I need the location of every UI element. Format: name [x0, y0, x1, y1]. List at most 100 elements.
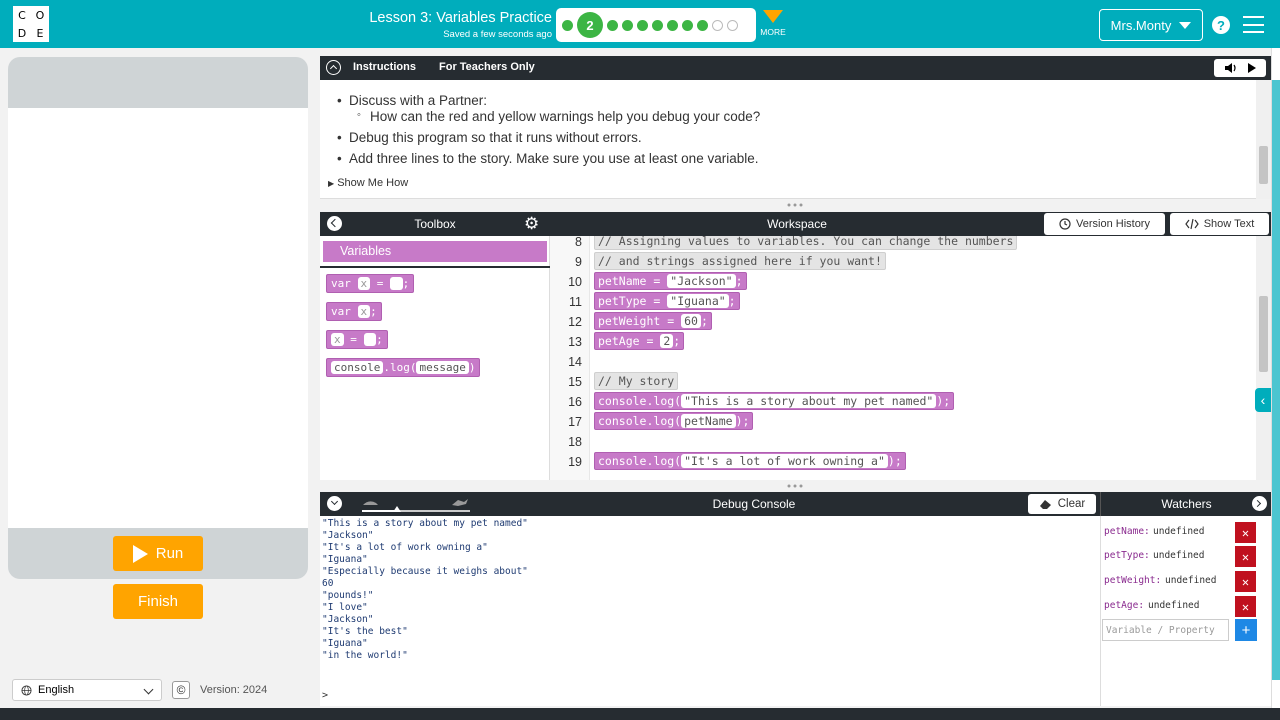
hamburger-menu-icon[interactable] — [1243, 16, 1264, 33]
resize-grip-icon[interactable] — [786, 483, 804, 489]
value-slot: "It's a lot of work owning a" — [681, 454, 888, 468]
bullet: • — [337, 151, 342, 166]
code-org-logo[interactable]: C O D E — [13, 6, 49, 42]
finish-button[interactable]: Finish — [113, 584, 203, 619]
console-log-block[interactable]: console.log(petName); — [594, 412, 754, 430]
assign-block[interactable]: x = ; — [326, 330, 388, 349]
watchers-title: Watchers — [1161, 497, 1212, 511]
toolbox-divider — [320, 266, 550, 268]
console-input-prompt[interactable]: > — [322, 690, 328, 701]
console-line: "Jackson" — [322, 530, 374, 541]
progress-current-level[interactable]: 2 — [577, 12, 603, 38]
play-icon[interactable] — [1247, 62, 1257, 74]
workspace-scrollbar[interactable] — [1256, 236, 1271, 480]
delete-watcher-icon[interactable]: ✕ — [1235, 571, 1256, 592]
assignment-block[interactable]: petType = "Iguana"; — [594, 292, 740, 310]
semicolon: ; — [735, 274, 743, 288]
clear-label: Clear — [1057, 498, 1086, 510]
show-me-how-toggle[interactable]: ▶ Show Me How — [328, 177, 408, 189]
gear-icon[interactable]: ⚙ — [524, 214, 539, 234]
bullet: • — [337, 130, 342, 145]
toolbox-category-variables[interactable]: Variables — [323, 241, 547, 262]
collapse-toolbox-icon[interactable] — [327, 216, 342, 231]
close-paren: ); — [735, 414, 750, 428]
assignment-block[interactable]: petName = "Jackson"; — [594, 272, 747, 290]
speed-slider[interactable] — [360, 496, 472, 514]
version-history-button[interactable]: Version History — [1044, 213, 1165, 235]
watcher-row: petAge: undefined ✕ — [1101, 592, 1272, 617]
progress-level-1[interactable] — [562, 19, 573, 31]
chevron-right-icon[interactable] — [1252, 496, 1267, 511]
comment-block[interactable]: // and strings assigned here if you want… — [594, 252, 886, 270]
debug-console-header: Debug Console Clear — [320, 492, 1100, 516]
speaker-icon[interactable] — [1224, 62, 1238, 74]
comment-block[interactable]: // My story — [594, 372, 679, 390]
progress-level-6[interactable] — [652, 19, 663, 31]
globe-icon — [21, 684, 32, 696]
resize-grip-icon[interactable] — [786, 202, 804, 208]
run-button[interactable]: Run — [113, 536, 203, 571]
clock-icon — [1059, 218, 1071, 230]
version-label: Version: 2024 — [200, 684, 268, 696]
console-log-block[interactable]: console.log("It's a lot of work owning a… — [594, 452, 906, 470]
debug-console-output[interactable]: "This is a story about my pet named" "Ja… — [320, 516, 1100, 706]
progress-level-11[interactable] — [727, 19, 738, 31]
line-number: 19 — [568, 455, 582, 469]
console-line: "This is a story about my pet named" — [322, 518, 528, 529]
version-history-label: Version History — [1076, 218, 1150, 230]
delete-watcher-icon[interactable]: ✕ — [1235, 596, 1256, 617]
block-method: .log( — [383, 361, 417, 374]
comment-block[interactable]: // Assigning values to variables. You ca… — [594, 236, 1018, 250]
more-levels-button[interactable]: MORE — [760, 10, 786, 37]
code-workspace[interactable]: 8 9 10 11 12 13 14 15 16 17 18 19 // Ass… — [550, 236, 1271, 480]
console-log-block[interactable]: console.log("This is a story about my pe… — [594, 392, 955, 410]
tab-for-teachers-only[interactable]: For Teachers Only — [439, 61, 535, 73]
variable-name: petType — [598, 294, 647, 308]
instruction-item: Debug this program so that it runs witho… — [349, 130, 642, 145]
line-number: 12 — [568, 315, 582, 329]
watcher-input[interactable]: Variable / Property — [1102, 619, 1229, 641]
tab-instructions[interactable]: Instructions — [353, 61, 416, 73]
copyright-icon[interactable]: © — [172, 681, 190, 699]
progress-level-8[interactable] — [682, 19, 693, 31]
help-icon[interactable]: ? — [1212, 16, 1230, 34]
assignment-block[interactable]: petAge = 2; — [594, 332, 685, 350]
show-text-button[interactable]: Show Text — [1170, 213, 1269, 235]
var-assign-block[interactable]: var x = ; — [326, 274, 415, 293]
collapse-instructions-icon[interactable] — [326, 60, 341, 75]
block-slot — [363, 333, 377, 346]
progress-level-9[interactable] — [697, 19, 708, 31]
chevron-left-icon[interactable]: ‹ — [1255, 388, 1271, 412]
block-semicolon: ; — [376, 333, 383, 346]
watchers-header: Watchers — [1100, 492, 1271, 516]
language-select[interactable]: English — [12, 679, 162, 701]
add-watcher-button[interactable]: + — [1235, 619, 1257, 641]
progress-bubbles: 2 — [556, 8, 756, 42]
lesson-title[interactable]: Lesson 3: Variables Practice — [300, 10, 552, 26]
watcher-value: undefined — [1165, 575, 1217, 586]
progress-level-3[interactable] — [607, 19, 618, 31]
slider-thumb — [393, 506, 401, 512]
line-number: 8 — [575, 236, 582, 249]
text-to-speech-controls[interactable] — [1214, 59, 1266, 77]
rabbit-icon — [452, 499, 468, 506]
assignment-block[interactable]: petWeight = 60; — [594, 312, 712, 330]
logo-letter: C — [13, 6, 31, 24]
progress-level-4[interactable] — [622, 19, 633, 31]
delete-watcher-icon[interactable]: ✕ — [1235, 546, 1256, 567]
logo-letter: E — [31, 24, 49, 42]
block-slot: x — [331, 333, 344, 346]
user-menu-button[interactable]: Mrs.Monty — [1099, 9, 1203, 41]
var-declare-block[interactable]: var x; — [326, 302, 382, 321]
console-log-block[interactable]: console .log(message) — [326, 358, 481, 377]
progress-level-7[interactable] — [667, 19, 678, 31]
block-operator: = — [376, 277, 384, 290]
page-scrollbar-accent — [1272, 80, 1280, 680]
progress-level-10[interactable] — [712, 19, 723, 31]
user-name: Mrs.Monty — [1110, 17, 1172, 33]
clear-console-button[interactable]: Clear — [1028, 494, 1096, 514]
delete-watcher-icon[interactable]: ✕ — [1235, 522, 1256, 543]
progress-level-5[interactable] — [637, 19, 648, 31]
collapse-debug-icon[interactable] — [327, 496, 342, 511]
instructions-scrollbar[interactable] — [1256, 80, 1271, 199]
